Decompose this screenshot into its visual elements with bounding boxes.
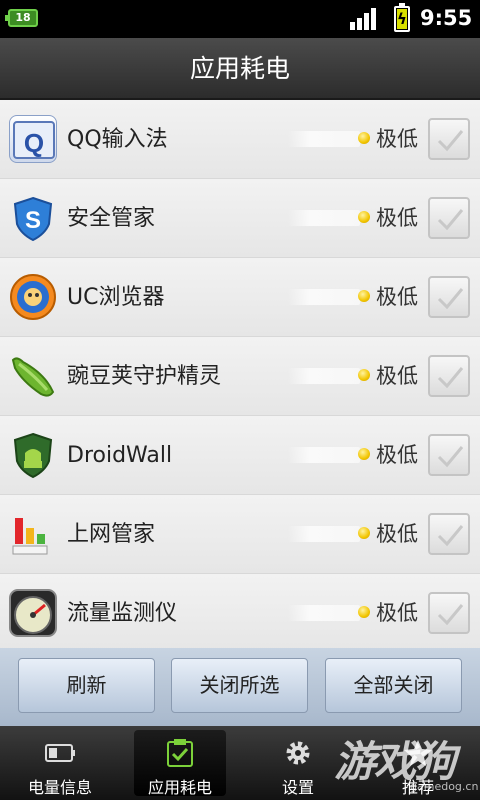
usage-bar [288,368,360,384]
app-checkbox[interactable] [428,197,470,239]
app-checkbox[interactable] [428,592,470,634]
droidwall-shield-icon [9,431,57,479]
usage-label: 极低 [376,601,418,625]
close-all-button[interactable]: 全部关闭 [325,658,462,713]
app-name: 豌豆荚守护精灵 [67,364,222,389]
usage-bar [288,289,360,305]
list-item[interactable]: Q QQ输入法 极低 [0,100,480,179]
notification-battery-icon: 18 [5,9,38,27]
app-name: QQ输入法 [67,127,168,152]
tab-battery-info[interactable]: 电量信息 [14,730,106,797]
list-item[interactable]: UC浏览器 极低 [0,258,480,337]
uc-browser-icon [9,273,57,321]
app-name: DroidWall [67,443,173,468]
checkmark-icon [437,367,464,389]
tab-label: 设置 [281,778,314,797]
security-shield-icon: S [9,194,57,242]
list-item[interactable]: DroidWall 极低 [0,416,480,495]
close-selected-button[interactable]: 关闭所选 [171,658,308,713]
watermark-url: gamedog.cn [410,780,479,793]
usage-level-dot-icon [358,211,370,223]
refresh-button[interactable]: 刷新 [18,658,155,713]
svg-text:S: S [25,207,41,234]
pea-pod-icon [9,352,57,400]
checkmark-icon [437,446,464,468]
usage-level-dot-icon [358,132,370,144]
list-item[interactable]: 上网管家 极低 [0,495,480,574]
gear-icon [282,738,314,768]
usage-level-dot-icon [358,448,370,460]
status-bar: 18 ϟ 9:55 [0,0,480,38]
usage-label: 极低 [376,206,418,230]
tab-label: 电量信息 [27,778,92,797]
app-name: 流量监测仪 [67,601,178,626]
app-name: 上网管家 [67,522,156,547]
usage-label: 极低 [376,285,418,309]
tab-label: 应用耗电 [147,778,212,797]
app-checkbox[interactable] [428,355,470,397]
app-list: Q QQ输入法 极低 S 安全管家 极低 UC浏览器 极低 豌豆荚守护精灵 极低… [0,100,480,653]
checkmark-icon [437,604,464,626]
usage-level-dot-icon [358,527,370,539]
clipboard-check-icon [164,738,196,768]
list-item[interactable]: 豌豆荚守护精灵 极低 [0,337,480,416]
app-checkbox[interactable] [428,513,470,555]
signal-bars-icon [350,8,378,30]
usage-bar [288,447,360,463]
app-checkbox[interactable] [428,118,470,160]
checkmark-icon [437,525,464,547]
tab-app-power[interactable]: 应用耗电 [134,730,226,797]
usage-bar [288,131,360,147]
network-bars-icon [9,510,57,558]
app-checkbox[interactable] [428,434,470,476]
action-button-bar: 刷新 关闭所选 全部关闭 [0,648,480,726]
checkmark-icon [437,130,464,152]
usage-level-dot-icon [358,606,370,618]
tab-settings[interactable]: 设置 [252,730,344,797]
checkmark-icon [437,288,464,310]
usage-label: 极低 [376,127,418,151]
status-time: 9:55 [420,6,473,30]
title-bar: 应用耗电 [0,38,480,100]
usage-bar [288,526,360,542]
svg-text:Q: Q [24,128,44,158]
usage-level-dot-icon [358,369,370,381]
usage-label: 极低 [376,522,418,546]
qq-input-icon: Q [9,115,57,163]
usage-bar [288,210,360,226]
usage-label: 极低 [376,443,418,467]
speedometer-icon [9,589,57,637]
checkmark-icon [437,209,464,231]
usage-bar [288,605,360,621]
battery-icon [44,738,76,768]
app-checkbox[interactable] [428,276,470,318]
battery-charging-icon: ϟ [394,3,410,32]
app-name: 安全管家 [67,206,156,231]
usage-level-dot-icon [358,290,370,302]
list-item[interactable]: S 安全管家 极低 [0,179,480,258]
page-title: 应用耗电 [189,54,290,83]
app-name: UC浏览器 [67,285,165,310]
usage-label: 极低 [376,364,418,388]
list-item[interactable]: 流量监测仪 极低 [0,574,480,653]
